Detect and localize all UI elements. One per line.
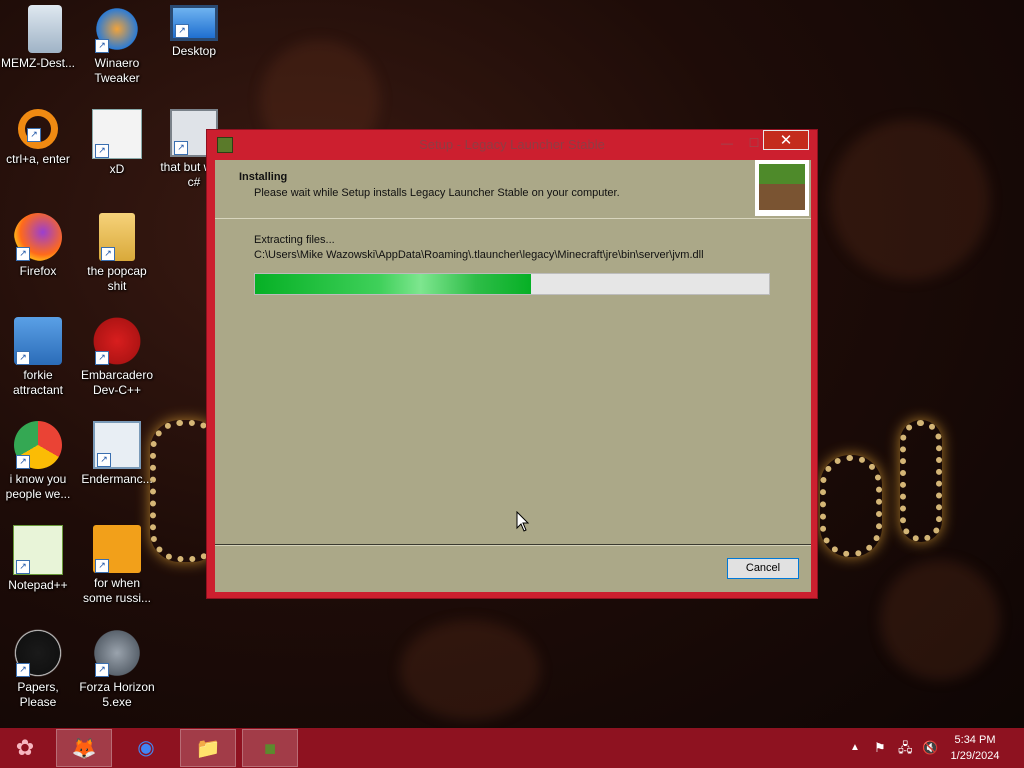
desktop-icon[interactable]: ↗ Endermanc... — [79, 421, 155, 487]
background-bokeh — [880, 560, 1000, 680]
chrome-icon: ↗ — [14, 421, 62, 469]
page-subtitle: Please wait while Setup installs Legacy … — [254, 187, 620, 199]
background-bokeh — [400, 620, 540, 720]
background-lights — [820, 455, 882, 557]
shortcut-arrow-icon: ↗ — [95, 351, 109, 365]
clock-time: 5:34 PM — [954, 734, 996, 746]
status-text: Extracting files... — [254, 234, 335, 246]
minimize-icon[interactable]: — — [717, 136, 737, 150]
grass-block-icon — [755, 160, 809, 216]
wizard-header: Installing Please wait while Setup insta… — [215, 160, 811, 218]
chrome-icon[interactable]: ◉ — [118, 729, 174, 767]
close-button[interactable]: ✕ — [763, 130, 809, 150]
show-hidden-icons[interactable]: ▲ — [850, 728, 860, 768]
desktop-icon[interactable]: ↗ i know you people we... — [0, 421, 76, 502]
folder-icon: ↗ — [99, 213, 135, 261]
desktop-icon[interactable]: ↗ Papers, Please — [0, 629, 76, 710]
shortcut-arrow-icon: ↗ — [175, 24, 189, 38]
background-bokeh — [830, 120, 990, 280]
de-icon: ↗ — [93, 525, 141, 573]
notepadpp-icon: ↗ — [13, 525, 63, 575]
clock-date: 1/29/2024 — [950, 750, 1000, 762]
desktop-icon-label: Winaero Tweaker — [94, 56, 140, 85]
shortcut-arrow-icon: ↗ — [95, 663, 109, 677]
desktop-icon-label: Firefox — [19, 264, 57, 278]
firefox-icon: ↗ — [14, 213, 62, 261]
recycle-bin-icon — [28, 5, 62, 53]
desktop-icon[interactable]: ↗ xD — [79, 109, 155, 177]
desktop-icon[interactable]: ↗ Firefox — [0, 213, 76, 279]
desktop-icon[interactable]: ↗ Winaero Tweaker — [79, 5, 155, 86]
dialog-client: Installing Please wait while Setup insta… — [215, 160, 811, 592]
shortcut-arrow-icon: ↗ — [101, 247, 115, 261]
shortcut-arrow-icon: ↗ — [16, 663, 30, 677]
file-explorer-icon[interactable]: 📁 — [180, 729, 236, 767]
desktop-icon-label: Papers, Please — [17, 680, 59, 709]
desktop-icon-label: Notepad++ — [8, 578, 68, 592]
cancel-button[interactable]: Cancel — [727, 558, 799, 579]
background-lights — [900, 420, 942, 542]
desktop-icon-label: xD — [109, 162, 125, 176]
desktop-icon-label: for when some russi... — [82, 576, 151, 605]
shortcut-arrow-icon: ↗ — [27, 128, 41, 142]
shortcut-arrow-icon: ↗ — [95, 144, 109, 158]
hxd-icon: ↗ — [92, 109, 142, 159]
flag-icon[interactable]: ⚑ — [874, 728, 886, 768]
network-icon[interactable]: 🖧 — [898, 728, 913, 768]
minecraft-installer-icon[interactable]: ■ — [242, 729, 298, 767]
desktop-icon-label: Forza Horizon 5.exe — [79, 680, 155, 709]
shortcut-arrow-icon: ↗ — [95, 559, 109, 573]
taskbar: ✿ 🦊 ◉ 📁 ■ ▲ ⚑ 🖧 🔇 5:34 PM 1/29/2024 — [0, 728, 1024, 768]
orange-ring-icon: ↗ — [18, 109, 58, 149]
desktop-icon[interactable]: ↗ Embarcadero Dev-C++ — [79, 317, 155, 398]
window-app-icon: ↗ — [93, 421, 141, 469]
shortcut-arrow-icon: ↗ — [16, 560, 30, 574]
desktop-icon-label: Desktop — [171, 44, 217, 58]
desktop-icon[interactable]: ↗ ctrl+a, enter — [0, 109, 76, 167]
desktop-icon[interactable]: ↗ the popcap shit — [79, 213, 155, 294]
firefox-icon[interactable]: 🦊 — [56, 729, 112, 767]
desktop-icon[interactable]: ↗ Desktop — [156, 5, 232, 59]
shortcut-arrow-icon: ↗ — [97, 453, 111, 467]
desktop-icon[interactable]: ↗ forkie attractant — [0, 317, 76, 398]
desktop-icon-label: the popcap shit — [87, 264, 147, 293]
shortcut-arrow-icon: ↗ — [95, 39, 109, 53]
shortcut-arrow-icon: ↗ — [16, 455, 30, 469]
start-button[interactable]: ✿ — [8, 732, 42, 764]
header-divider — [215, 218, 811, 219]
desktop-icon-label: ctrl+a, enter — [6, 152, 70, 166]
progress-bar — [254, 273, 770, 295]
desktop-icon[interactable]: MEMZ-Dest... — [0, 5, 76, 71]
devcpp-icon: ↗ — [93, 317, 141, 365]
maximize-icon[interactable]: ☐ — [744, 136, 764, 150]
mouse-cursor-icon — [516, 511, 530, 532]
current-file-path: C:\Users\Mike Wazowski\AppData\Roaming\.… — [254, 249, 704, 261]
monitor-icon: ↗ — [170, 5, 218, 41]
desktop-icon-label: forkie attractant — [12, 368, 64, 397]
page-title: Installing — [239, 171, 288, 183]
dialog-titlebar[interactable]: Setup - Legacy Launcher Stable — ☐ ✕ — [207, 130, 817, 158]
desktop-icon[interactable]: ↗ Notepad++ — [0, 525, 76, 593]
desktop-icon-label: Endermanc... — [81, 472, 153, 486]
volume-muted-icon[interactable]: 🔇 — [922, 728, 938, 768]
shortcut-arrow-icon: ↗ — [16, 351, 30, 365]
clock[interactable]: 5:34 PM 1/29/2024 — [940, 732, 1010, 764]
computer-gear-icon: ↗ — [14, 317, 62, 365]
progress-fill — [255, 274, 532, 294]
desktop-icon-label: MEMZ-Dest... — [1, 56, 75, 70]
desktop-icon-label: i know you people we... — [5, 472, 71, 501]
setup-dialog: Setup - Legacy Launcher Stable — ☐ ✕ Ins… — [206, 129, 818, 599]
winaero-icon: ↗ — [93, 5, 141, 53]
desktop-icon-label: Embarcadero Dev-C++ — [80, 368, 154, 397]
papers-please-icon: ↗ — [14, 629, 62, 677]
shortcut-arrow-icon: ↗ — [16, 247, 30, 261]
desktop-icon[interactable]: ↗ Forza Horizon 5.exe — [79, 629, 155, 710]
desktop-icon[interactable]: ↗ for when some russi... — [79, 525, 155, 606]
shortcut-arrow-icon: ↗ — [174, 141, 188, 155]
flash-icon: ↗ — [93, 629, 141, 677]
footer-divider-highlight — [215, 545, 811, 546]
